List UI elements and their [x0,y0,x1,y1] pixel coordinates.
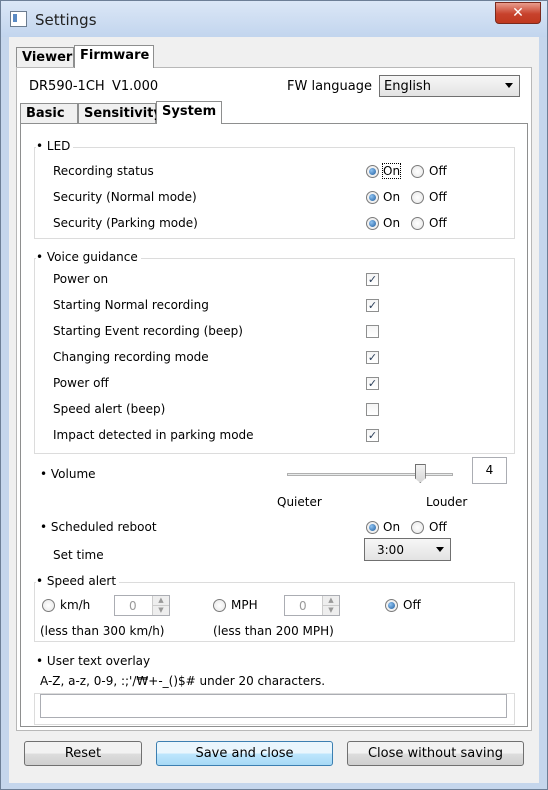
speed-mph-label[interactable]: MPH [231,598,258,612]
voice-checkbox-5[interactable] [366,403,379,416]
volume-slider-thumb[interactable] [414,464,426,483]
led-1-off-label[interactable]: Off [429,190,447,204]
tab-firmware[interactable]: Firmware [74,45,154,68]
reboot-on-label[interactable]: On [383,520,400,534]
led-2-on-radio[interactable] [366,217,379,230]
voice-checkbox-6[interactable]: ✓ [366,429,379,442]
tab-basic[interactable]: Basic [20,103,78,123]
speed-kmh-label[interactable]: km/h [60,598,90,612]
tab-sensitivity[interactable]: Sensitivity [78,103,162,123]
system-panel: • LED Recording status On Off Security (… [20,123,528,727]
led-1-off-radio[interactable] [411,191,424,204]
led-label-2: Security (Parking mode) [53,216,198,230]
speed-mph-radio[interactable] [213,599,226,612]
speed-mph-spin-buttons[interactable]: ▲ ▼ [322,596,339,615]
speed-kmh-spin-buttons[interactable]: ▲ ▼ [152,596,169,615]
led-2-off-label[interactable]: Off [429,216,447,230]
speed-mph-value: 0 [299,599,307,613]
chevron-down-icon [436,546,444,552]
led-0-off-radio[interactable] [411,165,424,178]
tab-system[interactable]: System [156,101,222,124]
fw-language-select[interactable]: English [379,75,520,97]
save-and-close-button[interactable]: Save and close [156,741,333,766]
voice-label-6: Impact detected in parking mode [53,428,254,442]
led-0-on-label[interactable]: On [381,163,402,179]
overlay-title: • User text overlay [36,654,154,668]
voice-label-3: Changing recording mode [53,350,209,364]
voice-label-0: Power on [53,272,109,286]
voice-checkbox-1[interactable]: ✓ [366,299,379,312]
voice-label-5: Speed alert (beep) [53,402,166,416]
close-without-saving-button[interactable]: Close without saving [347,741,524,766]
reset-button[interactable]: Reset [24,741,142,766]
reboot-off-label[interactable]: Off [429,520,447,534]
spin-up-icon[interactable]: ▲ [153,596,169,606]
led-2-off-radio[interactable] [411,217,424,230]
speed-kmh-radio[interactable] [42,599,55,612]
speed-alert-title: • Speed alert [36,574,120,588]
volume-slider-track[interactable] [287,473,453,476]
volume-title: • Volume [40,467,96,481]
voice-title: • Voice guidance [36,250,141,264]
voice-checkbox-0[interactable]: ✓ [366,273,379,286]
device-model: DR590-1CH [29,79,105,94]
close-button[interactable]: ✕ [495,2,541,24]
set-time-label: Set time [53,548,104,562]
spin-down-icon[interactable]: ▼ [153,606,169,615]
voice-checkbox-4[interactable]: ✓ [366,377,379,390]
voice-label-1: Starting Normal recording [53,298,209,312]
overlay-hint: A-Z, a-z, 0-9, :;'/₩+-_()$# under 20 cha… [40,674,326,688]
led-0-on-radio[interactable] [366,165,379,178]
led-1-on-radio[interactable] [366,191,379,204]
voice-label-2: Starting Event recording (beep) [53,324,243,338]
led-0-off-label[interactable]: Off [429,164,447,178]
speed-mph-note: (less than 200 MPH) [213,624,334,638]
spin-up-icon[interactable]: ▲ [323,596,339,606]
led-1-on-label[interactable]: On [383,190,400,204]
speed-kmh-note: (less than 300 km/h) [40,624,165,638]
set-time-select[interactable]: 3:00 [364,538,451,561]
client-area: Viewer Firmware DR590-1CH V1.000 FW lang… [9,37,539,783]
speed-off-label[interactable]: Off [403,598,421,612]
chevron-down-icon [505,83,513,88]
reboot-off-radio[interactable] [411,521,424,534]
volume-min-label: Quieter [277,495,322,509]
reboot-on-radio[interactable] [366,521,379,534]
reboot-title: • Scheduled reboot [40,520,157,534]
voice-checkbox-2[interactable] [366,325,379,338]
fw-language-value: English [384,79,431,94]
tab-viewer[interactable]: Viewer [16,47,74,67]
title-bar: Settings ✕ [1,1,547,37]
led-label-0: Recording status [53,164,154,178]
overlay-text-input[interactable] [40,694,507,718]
volume-max-label: Louder [426,495,468,509]
fw-language-label: FW language [287,79,372,94]
speed-off-radio[interactable] [385,599,398,612]
volume-value-box: 4 [472,457,507,484]
speed-mph-spinner[interactable]: 0 ▲ ▼ [284,595,340,616]
device-version: V1.000 [112,79,159,94]
set-time-value: 3:00 [377,543,404,557]
led-title: • LED [36,139,74,153]
settings-window: Settings ✕ Viewer Firmware DR590-1CH V1.… [0,0,548,790]
firmware-panel: DR590-1CH V1.000 FW language English Bas… [16,67,532,731]
speed-kmh-spinner[interactable]: 0 ▲ ▼ [114,595,170,616]
voice-checkbox-3[interactable]: ✓ [366,351,379,364]
speed-kmh-value: 0 [129,599,137,613]
window-title: Settings [35,11,97,29]
app-icon [10,11,27,27]
spin-down-icon[interactable]: ▼ [323,606,339,615]
led-2-on-label[interactable]: On [383,216,400,230]
voice-label-4: Power off [53,376,109,390]
led-label-1: Security (Normal mode) [53,190,197,204]
